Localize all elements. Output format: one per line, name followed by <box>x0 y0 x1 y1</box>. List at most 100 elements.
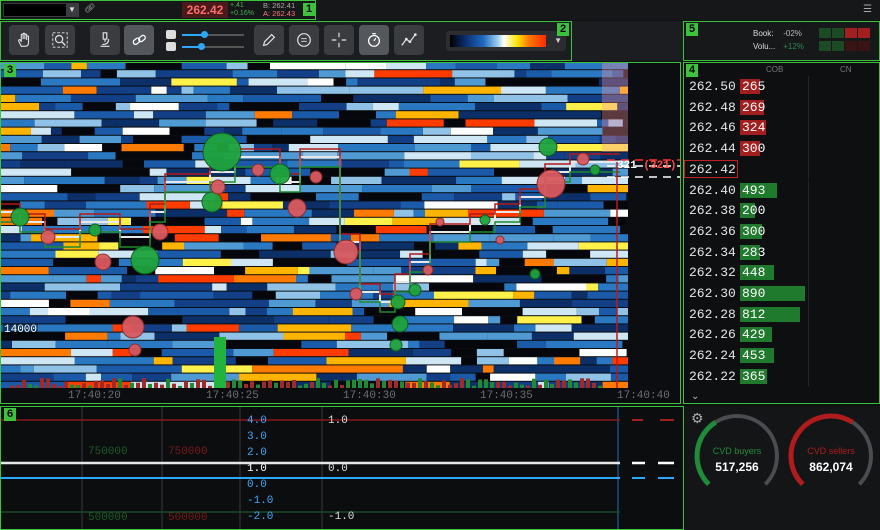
panel-number: 2 <box>557 23 569 36</box>
gauge-value: 517,256 <box>715 460 759 474</box>
ladder-size: 283 <box>742 244 766 260</box>
ladder-price: 262.46 <box>689 120 736 136</box>
ladder-size: 200 <box>742 203 766 219</box>
hand-tool-button[interactable] <box>9 25 39 55</box>
ladder-row[interactable]: 262.50 265 <box>683 76 880 97</box>
ladder-size: 324 <box>742 120 766 136</box>
last-trade-label: 321 (321) <box>617 160 676 172</box>
left-scale-label: 500000 <box>168 512 208 524</box>
ladder-row[interactable]: 262.22 365 <box>683 365 880 387</box>
mid-scale-label: 3.0 <box>247 431 267 443</box>
right-scale-label: 0.0 <box>328 463 348 475</box>
menu-icon[interactable]: ☰ <box>863 4 872 15</box>
zoom-tool-icon <box>52 32 68 48</box>
panel-number: 4 <box>686 64 698 77</box>
gauge-title: CVD sellers <box>807 446 855 456</box>
volume-label: Volu... <box>753 42 776 51</box>
top-bar: ▼ 🔗︎ 262.42 +.41 +0.16% B: 262.41 A: 262… <box>0 0 880 20</box>
chevron-down-icon[interactable]: ⌄ <box>691 391 699 402</box>
ladder-row[interactable]: 262.42 <box>683 158 809 180</box>
chain-link-icon <box>132 34 146 45</box>
change-pct: +0.16% <box>230 10 254 17</box>
ladder-row[interactable]: 262.32 448 <box>683 262 880 283</box>
crosshair-button[interactable] <box>324 25 354 55</box>
gauge-title: CVD buyers <box>712 446 762 456</box>
microscope-button[interactable] <box>90 25 120 55</box>
ladder-price: 262.32 <box>689 265 736 281</box>
ladder-price: 262.36 <box>689 223 736 239</box>
panel-number: 1 <box>303 3 315 16</box>
ladder-price: 262.24 <box>689 348 736 364</box>
ladder-price: 262.48 <box>689 99 736 115</box>
ladder-row[interactable]: 262.26 429 <box>683 324 880 346</box>
book-bars <box>819 28 870 38</box>
ladder-row[interactable]: 262.34 283 <box>683 241 880 263</box>
ladder-row[interactable]: 262.46 324 <box>683 117 880 139</box>
ladder-row[interactable]: 262.40 493 <box>683 179 880 201</box>
column-header-cn: CN <box>840 65 852 74</box>
slider-contrast[interactable] <box>166 29 246 41</box>
left-scale-label: 750000 <box>88 446 128 458</box>
link-icon[interactable]: 🔗︎ <box>84 3 95 17</box>
colormap-select[interactable]: ▼ <box>446 31 566 51</box>
ladder-row[interactable]: 262.36 300 <box>683 220 880 242</box>
ladder-size: 300 <box>742 141 766 157</box>
right-scale-label: -1.0 <box>328 511 355 523</box>
link-tool-button[interactable] <box>124 25 154 55</box>
chevron-down-icon: ▼ <box>554 36 562 45</box>
book-label: Book: <box>753 29 774 38</box>
ladder-price: 262.28 <box>689 306 736 322</box>
last-trade-size: 321 <box>617 160 637 172</box>
comment-icon <box>297 33 311 47</box>
zoom-tool-button[interactable] <box>45 25 75 55</box>
ladder-price: 262.40 <box>689 182 736 198</box>
pencil-icon <box>262 33 276 47</box>
ladder-price: 262.38 <box>689 203 736 219</box>
line-chart-button[interactable] <box>394 25 424 55</box>
hand-tool-icon <box>18 32 30 47</box>
book-row: Book: -02% <box>753 29 813 38</box>
ladder-size: 493 <box>742 182 766 198</box>
ladder-size: 265 <box>742 79 766 94</box>
time-tick: 17:40:25 <box>206 390 259 402</box>
ladder-row[interactable]: 262.24 453 <box>683 345 880 366</box>
ladder-row[interactable]: 262.30 890 <box>683 283 880 304</box>
dom-ladder[interactable]: COB CN 262.50 265 262.48 269 262.46 324 262.44… <box>683 62 880 404</box>
microscope-icon <box>100 32 110 47</box>
left-scale-label: 500000 <box>88 512 128 524</box>
level-label: 14000 <box>3 324 39 336</box>
sliders <box>166 29 246 53</box>
time-tick: 17:40:40 <box>617 390 670 402</box>
ladder-row[interactable]: 262.48 269 <box>683 96 880 118</box>
chevron-down-icon[interactable]: ▼ <box>66 4 78 16</box>
mid-scale-label: -1.0 <box>247 495 274 507</box>
heatmap-chart[interactable]: 14000 321 (321) 17:40:20 17:40:25 17:40:… <box>0 62 681 404</box>
cvd-gauges: ⚙ CVD buyers 517,256 CVD sellers 862,074 <box>685 406 880 530</box>
indicator-panel[interactable]: 750000 750000 500000 500000 4.0 3.0 2.0 1.0… <box>0 406 684 530</box>
change-abs: +.41 <box>230 2 244 9</box>
ladder-price: 262.26 <box>689 327 736 343</box>
ladder-row[interactable]: 262.44 300 <box>683 138 880 159</box>
volume-value: +12% <box>783 42 804 51</box>
comment-button[interactable] <box>289 25 319 55</box>
mid-scale-label: 0.0 <box>247 479 267 491</box>
ladder-size: 448 <box>742 265 766 281</box>
heatmap-canvas[interactable] <box>0 62 681 388</box>
stopwatch-button[interactable] <box>359 25 389 55</box>
mid-scale-label: 2.0 <box>247 447 267 459</box>
ladder-size: 812 <box>742 306 766 322</box>
symbol-select[interactable]: ▼ <box>3 3 79 17</box>
slider-brightness[interactable] <box>166 41 246 53</box>
time-tick: 17:40:35 <box>480 390 533 402</box>
last-price: 262.42 <box>182 2 228 18</box>
ladder-price: 262.34 <box>689 244 736 260</box>
column-header-cob: COB <box>766 65 784 74</box>
pencil-button[interactable] <box>254 25 284 55</box>
ladder-row[interactable]: 262.38 200 <box>683 200 880 221</box>
ladder-size: 453 <box>742 348 766 364</box>
brightness-icon <box>166 42 176 51</box>
ladder-price: 262.42 <box>689 161 736 177</box>
ladder-price: 262.30 <box>689 286 736 301</box>
mid-scale-label: 1.0 <box>247 463 267 475</box>
ladder-row[interactable]: 262.28 812 <box>683 303 880 325</box>
